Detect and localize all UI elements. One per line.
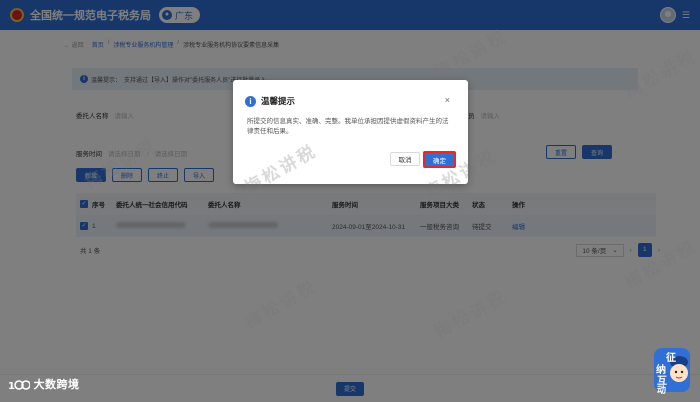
close-icon[interactable]: × xyxy=(445,95,450,105)
brand-mark-icon: 1 xyxy=(8,380,31,392)
modal-overlay[interactable] xyxy=(0,0,700,402)
dialog-header: i 温馨提示 xyxy=(245,95,295,107)
dialog-title: 温馨提示 xyxy=(261,96,296,106)
brand-logo: 1 大数跨境 xyxy=(8,376,80,392)
confirm-dialog: i 温馨提示 × 所提交的信息真实、准确、完整。我单位承担因提供虚假资料产生的法… xyxy=(233,80,468,184)
confirm-button[interactable]: 确定 xyxy=(423,151,456,168)
police-mascot-icon: 征 纳 互 动 xyxy=(654,348,690,396)
mascot-char-2: 纳 xyxy=(656,363,666,376)
dialog-message: 所提交的信息真实、准确、完整。我单位承担因提供虚假资料产生的法律责任和后果。 xyxy=(247,118,449,135)
cancel-button[interactable]: 取消 xyxy=(390,152,420,166)
mascot-char-1: 征 xyxy=(666,351,676,364)
info-icon: i xyxy=(245,95,256,107)
mascot-char-4: 动 xyxy=(657,385,666,394)
brand-name: 大数跨境 xyxy=(33,379,80,391)
mascot-badge: 征 纳 互 动 xyxy=(644,346,692,396)
